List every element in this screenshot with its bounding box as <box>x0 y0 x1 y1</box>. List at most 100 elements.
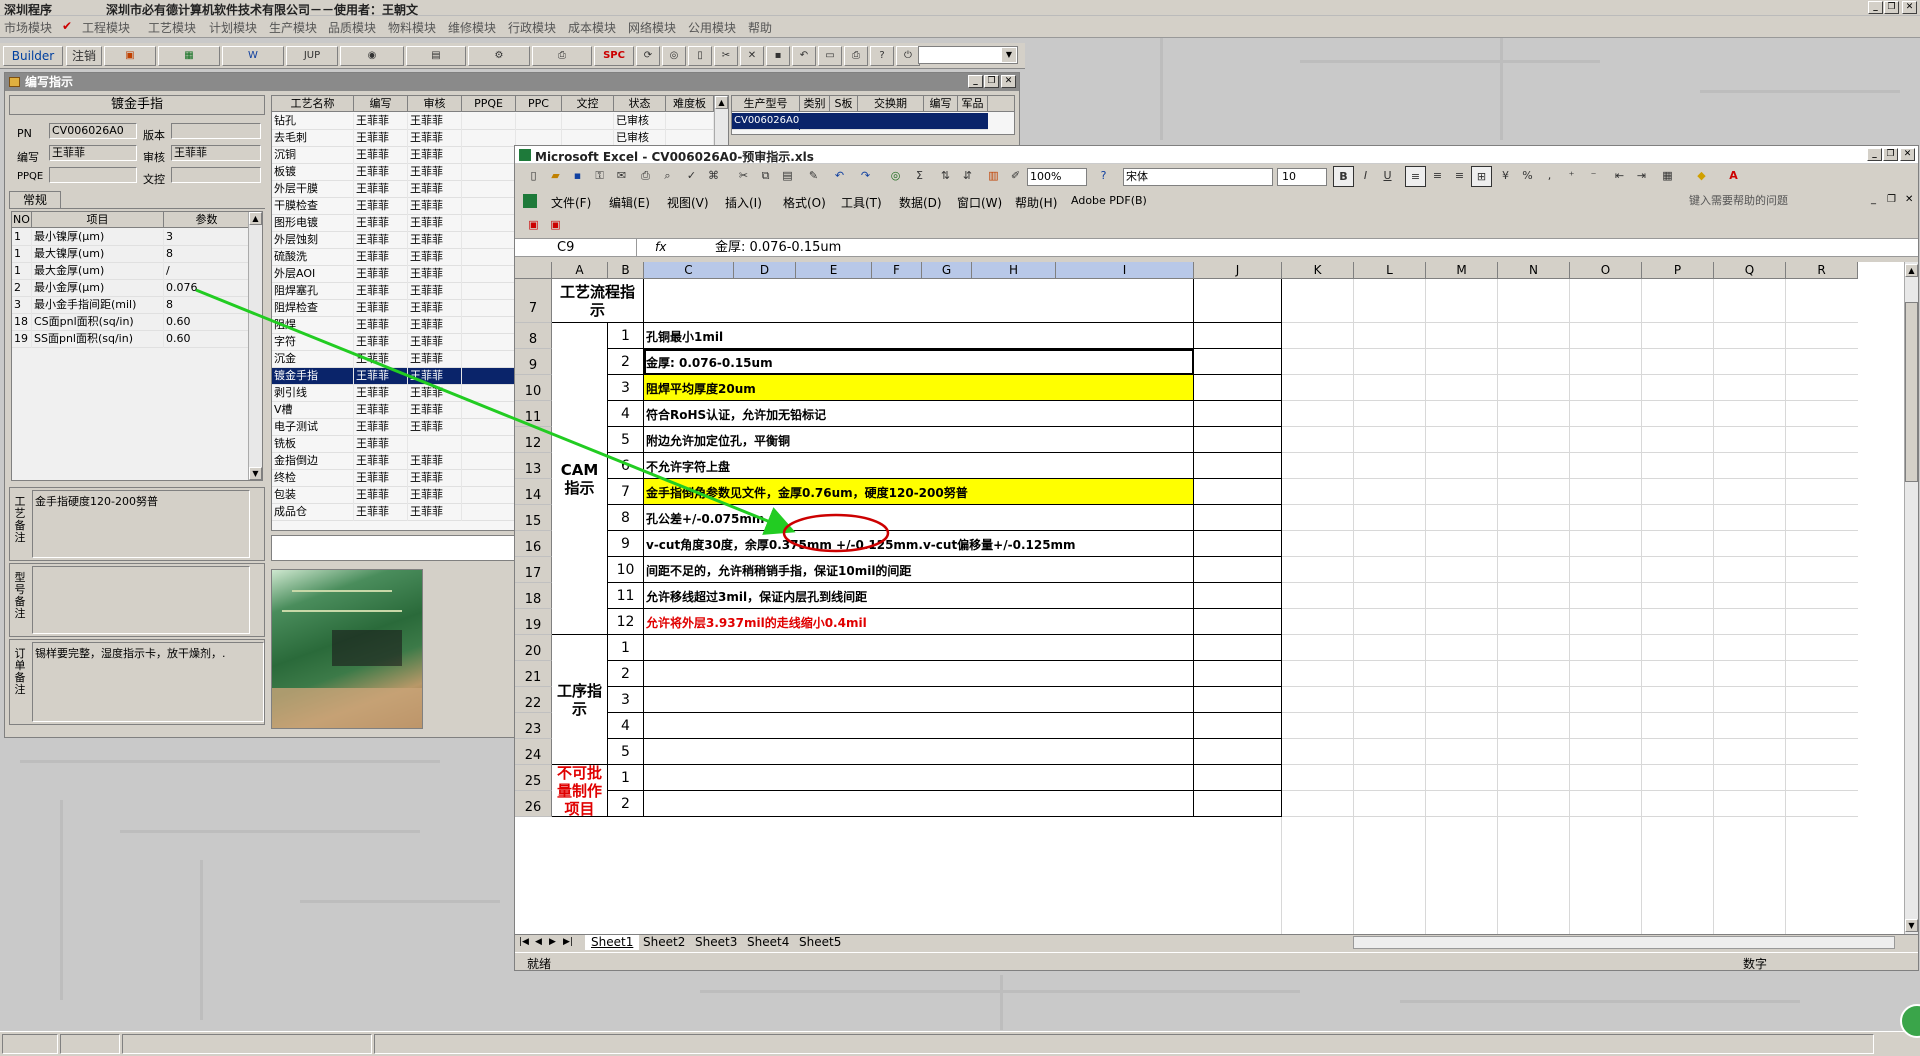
last-sheet-icon[interactable]: ▶| <box>563 935 573 950</box>
memo-order-text[interactable]: 锡样要完整，湿度指示卡，放干燥剂，. <box>32 642 264 722</box>
chart-wizard-icon[interactable]: ▥ <box>983 166 1004 187</box>
network-icon[interactable]: ⚙ <box>468 46 530 66</box>
step-number[interactable]: 1 <box>608 765 644 791</box>
chevron-down-icon[interactable]: ▼ <box>1002 48 1016 62</box>
instruction-cell[interactable]: 金厚: 0.076-0.15um <box>644 349 1194 375</box>
instruction-cell[interactable]: 孔公差+/-0.075mm <box>644 505 1194 531</box>
instruction-cell[interactable]: 允许将外层3.937mil的走线缩小0.4mil <box>644 609 1194 635</box>
print-preview-icon[interactable]: ⌕ <box>657 166 678 187</box>
drawing-icon[interactable]: ✐ <box>1005 166 1026 187</box>
copy-icon[interactable]: ⧉ <box>755 166 776 187</box>
step-number[interactable]: 4 <box>608 713 644 739</box>
table-row[interactable]: CV006026A0 <box>732 113 988 130</box>
instruction-cell[interactable] <box>644 765 1194 791</box>
cell-j[interactable] <box>1194 791 1282 817</box>
next-sheet-icon[interactable]: ▶ <box>549 935 556 950</box>
currency-icon[interactable]: ¥ <box>1495 166 1516 187</box>
instruction-cell[interactable] <box>644 635 1194 661</box>
row-header[interactable]: 16 <box>515 531 552 557</box>
table-row[interactable]: 1 最小镍厚(μm) 3 <box>12 229 250 246</box>
writer-field[interactable]: 王菲菲 <box>49 145 137 161</box>
step-number[interactable]: 1 <box>608 635 644 661</box>
instruction-cell[interactable]: 孔铜最小1mil <box>644 323 1194 349</box>
menu-format[interactable]: 格式(O) <box>783 194 826 211</box>
step-number[interactable]: 8 <box>608 505 644 531</box>
menu-market[interactable]: 市场模块 <box>4 19 52 36</box>
row-header[interactable]: 19 <box>515 609 552 635</box>
hyperlink-icon[interactable]: ◎ <box>885 166 906 187</box>
instruction-cell[interactable]: v-cut角度30度，余厚0.375mm +/-0.125mm.v-cut偏移量… <box>644 531 1194 557</box>
restore-icon[interactable]: ❐ <box>1884 1 1899 14</box>
permission-icon[interactable]: ⚿ <box>589 166 610 187</box>
cell-j[interactable] <box>1194 453 1282 479</box>
help-search-input[interactable]: 键入需要帮助的问题 <box>1687 193 1867 210</box>
pdf-email-icon[interactable]: ▣ <box>545 215 566 236</box>
row-header[interactable]: 24 <box>515 739 552 765</box>
column-header[interactable]: A <box>552 262 608 279</box>
tab-sheet2[interactable]: Sheet2 <box>639 935 689 950</box>
menu-admin[interactable]: 行政模块 <box>508 19 556 36</box>
row-header[interactable]: 12 <box>515 427 552 453</box>
doc-close-icon[interactable]: ✕ <box>1905 194 1913 205</box>
printer-icon[interactable]: ⎙ <box>532 46 592 66</box>
row-header[interactable]: 14 <box>515 479 552 505</box>
step-number[interactable]: 3 <box>608 687 644 713</box>
font-size-select[interactable]: 10 <box>1277 168 1327 186</box>
menu-tools[interactable]: 工具(T) <box>841 194 882 211</box>
column-header[interactable]: O <box>1570 262 1642 279</box>
cell-j[interactable] <box>1194 765 1282 791</box>
row-header[interactable]: 10 <box>515 375 552 401</box>
jup-button[interactable]: JUP <box>286 46 338 66</box>
step-number[interactable]: 9 <box>608 531 644 557</box>
fill-color-icon[interactable]: ◆ <box>1691 166 1712 187</box>
redo-icon[interactable]: ↷ <box>855 166 876 187</box>
cut-icon[interactable]: ✂ <box>733 166 754 187</box>
autosum-icon[interactable]: Σ <box>909 166 930 187</box>
new-icon[interactable]: ▯ <box>523 166 544 187</box>
help-icon[interactable]: ? <box>870 46 894 66</box>
step-number[interactable]: 12 <box>608 609 644 635</box>
notification-badge-icon[interactable] <box>1900 1004 1920 1038</box>
column-header[interactable]: D <box>734 262 796 279</box>
increase-indent-icon[interactable]: ⇥ <box>1631 166 1652 187</box>
excel-icon[interactable]: ▦ <box>158 46 220 66</box>
column-header[interactable]: E <box>796 262 872 279</box>
column-header[interactable]: P <box>1642 262 1714 279</box>
column-header[interactable]: K <box>1282 262 1354 279</box>
cell-j[interactable] <box>1194 323 1282 349</box>
menu-help[interactable]: 帮助 <box>748 19 772 36</box>
instruction-cell[interactable] <box>644 713 1194 739</box>
row-header[interactable]: 26 <box>515 791 552 817</box>
logout-button[interactable]: 注销 <box>66 46 102 66</box>
row-header[interactable]: 9 <box>515 349 552 375</box>
save-icon[interactable]: ▪ <box>766 46 790 66</box>
row-header[interactable]: 18 <box>515 583 552 609</box>
cell-j[interactable] <box>1194 427 1282 453</box>
column-header[interactable]: G <box>922 262 972 279</box>
globe-icon[interactable]: ◎ <box>662 46 686 66</box>
instruction-cell[interactable]: 不允许字符上盘 <box>644 453 1194 479</box>
sheet-vscroll[interactable]: ▲ ▼ <box>1904 262 1918 934</box>
cell-j[interactable] <box>1194 557 1282 583</box>
menu-data[interactable]: 数据(D) <box>899 194 942 211</box>
cell-j[interactable] <box>1194 609 1282 635</box>
cell-j[interactable] <box>1194 401 1282 427</box>
prev-sheet-icon[interactable]: ◀ <box>535 935 542 950</box>
cell-j[interactable] <box>1194 505 1282 531</box>
review-field[interactable]: 王菲菲 <box>171 145 261 161</box>
page-icon[interactable]: ▯ <box>688 46 712 66</box>
save-icon[interactable]: ▪ <box>567 166 588 187</box>
step-number[interactable]: 3 <box>608 375 644 401</box>
close-icon[interactable]: ✕ <box>1900 148 1915 161</box>
sort-desc-icon[interactable]: ⇵ <box>957 166 978 187</box>
instruction-cell[interactable]: 符合RoHS认证，允许加无铅标记 <box>644 401 1194 427</box>
undo-icon[interactable]: ↶ <box>829 166 850 187</box>
font-select[interactable]: 宋体 <box>1123 168 1273 186</box>
step-number[interactable]: 5 <box>608 739 644 765</box>
powerpoint-icon[interactable]: ▣ <box>104 46 156 66</box>
row-header[interactable]: 7 <box>515 279 552 323</box>
row-header[interactable]: 17 <box>515 557 552 583</box>
research-icon[interactable]: ⌘ <box>703 166 724 187</box>
underline-icon[interactable]: U <box>1377 166 1398 187</box>
align-center-icon[interactable]: ≡ <box>1427 166 1448 187</box>
